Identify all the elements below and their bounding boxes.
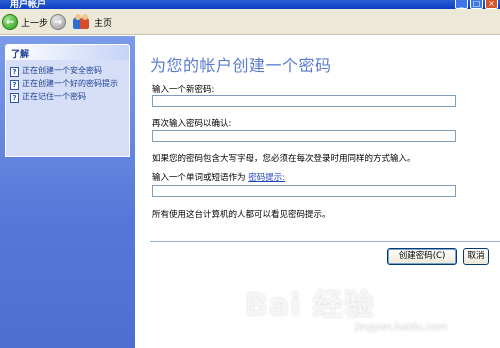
watermark-text: Bai 经验 bbox=[245, 288, 375, 323]
page-title: 为您的帐户创建一个密码 bbox=[150, 56, 332, 75]
sidebar-item-secure-password[interactable]: ? 正在创建一个安全密码 bbox=[6, 64, 129, 77]
create-password-button[interactable]: 创建密码(C) bbox=[387, 248, 457, 265]
learn-panel: 了解 ? 正在创建一个安全密码 ? 正在创建一个好的密码提示 ? 正在记住一个密… bbox=[5, 44, 130, 157]
help-icon: ? bbox=[10, 93, 19, 103]
learn-panel-header: 了解 bbox=[6, 45, 129, 60]
back-label: 上一步 bbox=[21, 18, 49, 29]
title-bar: 用户帐户 _ □ × bbox=[0, 0, 500, 10]
case-sensitivity-note: 如果您的密码包含大写字母，您必须在每次登录时用同样的方式输入。 bbox=[152, 154, 416, 164]
sidebar-item-label: 正在创建一个好的密码提示 bbox=[22, 79, 118, 88]
maximize-button[interactable]: □ bbox=[470, 0, 483, 9]
help-icon: ? bbox=[10, 80, 19, 90]
minimize-button[interactable]: _ bbox=[455, 0, 468, 9]
hint-label: 输入一个单词或短语作为 密码提示: bbox=[152, 171, 285, 183]
new-password-field[interactable] bbox=[152, 95, 456, 107]
sidebar-item-label: 正在记住一个密码 bbox=[22, 92, 86, 101]
confirm-password-label: 再次输入密码以确认: bbox=[152, 119, 232, 129]
close-button[interactable]: × bbox=[485, 0, 498, 9]
back-button[interactable]: ← 上一步 bbox=[2, 13, 48, 31]
sidebar: 了解 ? 正在创建一个安全密码 ? 正在创建一个好的密码提示 ? 正在记住一个密… bbox=[0, 36, 135, 348]
password-hint-field[interactable] bbox=[152, 185, 456, 197]
help-icon: ? bbox=[10, 67, 19, 77]
users-home-icon bbox=[73, 14, 91, 30]
divider bbox=[150, 241, 500, 242]
hint-label-text: 输入一个单词或短语作为 bbox=[152, 173, 246, 183]
new-password-label: 输入一个新密码: bbox=[152, 85, 215, 95]
password-hint-link[interactable]: 密码提示: bbox=[248, 173, 285, 183]
hint-visibility-note: 所有使用这台计算机的人都可以看见密码提示。 bbox=[152, 210, 331, 220]
watermark-logo: Bai 经验 jingyan.baidu.com bbox=[245, 280, 485, 340]
back-arrow-icon: ← bbox=[2, 14, 18, 30]
home-label: 主页 bbox=[94, 18, 113, 29]
home-button[interactable]: 主页 bbox=[73, 13, 112, 31]
sidebar-item-remember-password[interactable]: ? 正在记住一个密码 bbox=[6, 90, 129, 103]
watermark-url: jingyan.baidu.com bbox=[355, 322, 448, 333]
confirm-password-field[interactable] bbox=[152, 130, 456, 142]
sidebar-item-password-hint[interactable]: ? 正在创建一个好的密码提示 bbox=[6, 77, 129, 90]
forward-button[interactable]: → bbox=[50, 13, 66, 31]
cancel-button[interactable]: 取消 bbox=[463, 248, 489, 265]
forward-arrow-icon: → bbox=[50, 14, 66, 30]
sidebar-item-label: 正在创建一个安全密码 bbox=[22, 66, 102, 75]
toolbar: ← 上一步 → 主页 bbox=[0, 9, 500, 35]
